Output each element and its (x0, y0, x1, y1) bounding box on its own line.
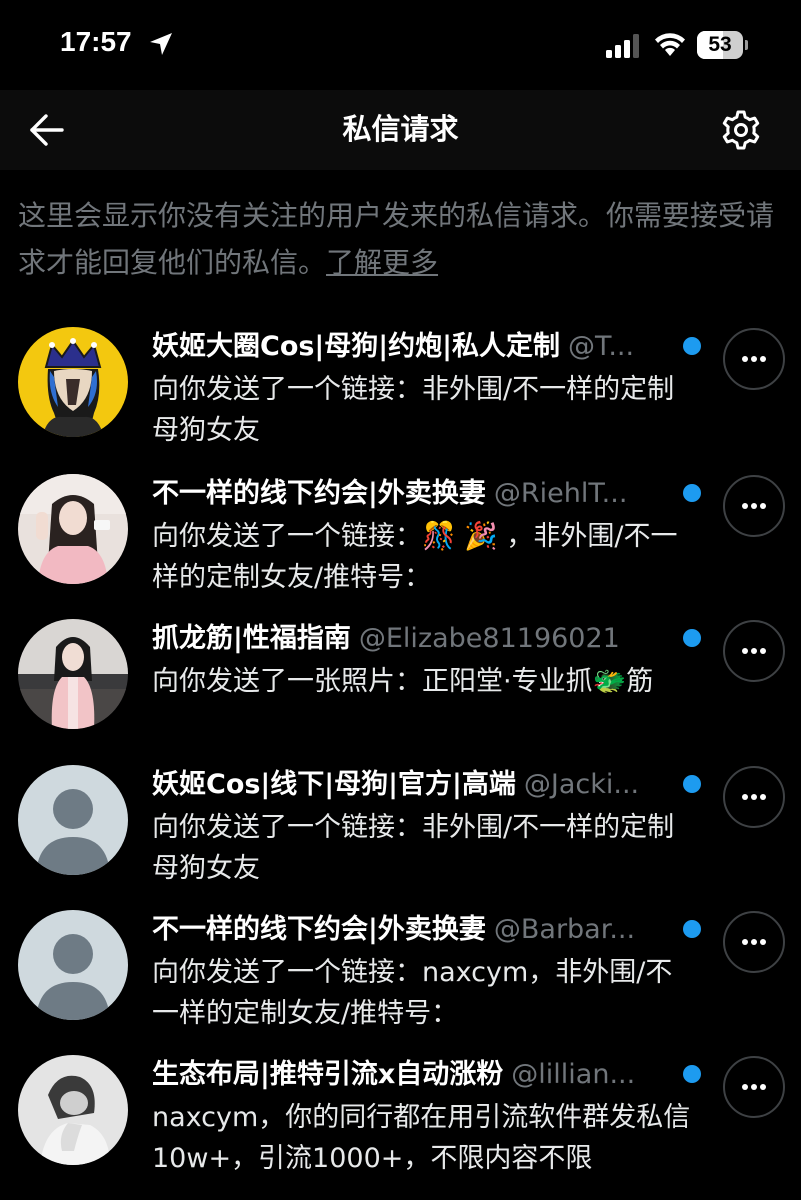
unread-indicator (683, 920, 701, 938)
message-request-item[interactable]: 妖姬Cos|线下|母狗|官方|高端 @Jacki... 向你发送了一个链接：非外围… (0, 765, 801, 905)
sender-handle: @RiehlT... (493, 478, 628, 509)
sender-handle: @T... (568, 331, 635, 362)
back-button[interactable] (26, 110, 66, 150)
settings-button[interactable] (719, 108, 763, 152)
message-preview: naxcym，你的同行都在用引流软件群发私信10w+，引流1000+，不限内容不… (152, 1102, 691, 1174)
default-avatar-icon (18, 910, 128, 1020)
message-preview: 向你发送了一张照片：正阳堂·专业抓🐲筋 (152, 666, 654, 697)
avatar[interactable] (18, 765, 128, 875)
sender-handle: @lillian... (511, 1059, 636, 1090)
sender-line: 抓龙筋|性福指南 @Elizabe81196021 (152, 619, 672, 659)
sender-name: 不一样的线下约会|外卖换妻 (152, 914, 486, 945)
more-dots-icon (742, 503, 748, 509)
sender-name: 生态布局|推特引流x自动涨粉 (152, 1059, 504, 1090)
sender-line: 不一样的线下约会|外卖换妻 @RiehlT... (152, 474, 672, 514)
default-avatar-icon (18, 765, 128, 875)
avatar[interactable] (18, 1055, 128, 1165)
unread-indicator (683, 337, 701, 355)
avatar[interactable] (18, 619, 128, 729)
location-arrow-icon (148, 31, 174, 61)
avatar[interactable] (18, 474, 128, 584)
info-description: 这里会显示你没有关注的用户发来的私信请求。你需要接受请求才能回复他们的私信。了解… (18, 192, 778, 286)
sender-name: 妖姬大圈Cos|母狗|约炮|私人定制 (152, 331, 561, 362)
sender-handle: @Jacki... (523, 769, 640, 800)
more-dots-icon (742, 648, 748, 654)
sender-handle: @Elizabe81196021 (358, 623, 620, 654)
status-bar: 17:57 53 (0, 0, 801, 90)
sender-handle: @Barbar... (493, 914, 636, 945)
sender-line: 妖姬大圈Cos|母狗|约炮|私人定制 @T... (152, 327, 672, 367)
avatar[interactable] (18, 327, 128, 437)
more-options-button[interactable] (723, 620, 785, 682)
more-dots-icon (742, 939, 748, 945)
message-request-item[interactable]: 不一样的线下约会|外卖换妻 @RiehlT... 向你发送了一个链接：🎊 🎉 ，非… (0, 474, 801, 614)
unread-indicator (683, 629, 701, 647)
more-options-button[interactable] (723, 1056, 785, 1118)
learn-more-link[interactable]: 了解更多 (326, 246, 438, 279)
message-preview: 向你发送了一个链接：非外围/不一样的定制母狗女友 (152, 812, 675, 884)
message-preview: 向你发送了一个链接：naxcym，非外围/不一样的定制女友/推特号： (152, 957, 673, 1029)
message-preview: 向你发送了一个链接：非外围/不一样的定制母狗女友 (152, 374, 675, 446)
message-request-item[interactable]: 生态布局|推特引流x自动涨粉 @lillian... naxcym，你的同行都在用… (0, 1055, 801, 1195)
unread-indicator (683, 484, 701, 502)
sender-line: 妖姬Cos|线下|母狗|官方|高端 @Jacki... (152, 765, 672, 805)
gear-icon (722, 110, 760, 150)
more-options-button[interactable] (723, 911, 785, 973)
sender-name: 妖姬Cos|线下|母狗|官方|高端 (152, 769, 516, 800)
sender-line: 不一样的线下约会|外卖换妻 @Barbar... (152, 910, 672, 950)
unread-indicator (683, 775, 701, 793)
sender-name: 抓龙筋|性福指南 (152, 623, 351, 654)
battery-icon: 53 (697, 31, 748, 59)
more-options-button[interactable] (723, 766, 785, 828)
more-dots-icon (742, 794, 748, 800)
more-dots-icon (742, 356, 748, 362)
sender-name: 不一样的线下约会|外卖换妻 (152, 478, 486, 509)
more-options-button[interactable] (723, 475, 785, 537)
wifi-icon (653, 31, 687, 61)
avatar[interactable] (18, 910, 128, 1020)
unread-indicator (683, 1065, 701, 1083)
message-preview: 向你发送了一个链接：🎊 🎉 ，非外围/不一样的定制女友/推特号： (152, 521, 678, 593)
sender-line: 生态布局|推特引流x自动涨粉 @lillian... (152, 1055, 672, 1095)
more-options-button[interactable] (723, 328, 785, 390)
message-request-item[interactable]: 妖姬大圈Cos|母狗|约炮|私人定制 @T... 向你发送了一个链接：非外围/不一… (0, 327, 801, 467)
nav-bar: 私信请求 (0, 90, 801, 170)
message-request-item[interactable]: 不一样的线下约会|外卖换妻 @Barbar... 向你发送了一个链接：naxcym… (0, 910, 801, 1050)
status-time: 17:57 (60, 26, 132, 57)
more-dots-icon (742, 1084, 748, 1090)
battery-level: 53 (708, 33, 732, 56)
message-request-item[interactable]: 抓龙筋|性福指南 @Elizabe81196021 向你发送了一张照片：正阳堂·专… (0, 619, 801, 759)
cellular-signal-icon (606, 34, 644, 62)
page-title: 私信请求 (342, 112, 459, 146)
back-arrow-icon (30, 114, 64, 146)
